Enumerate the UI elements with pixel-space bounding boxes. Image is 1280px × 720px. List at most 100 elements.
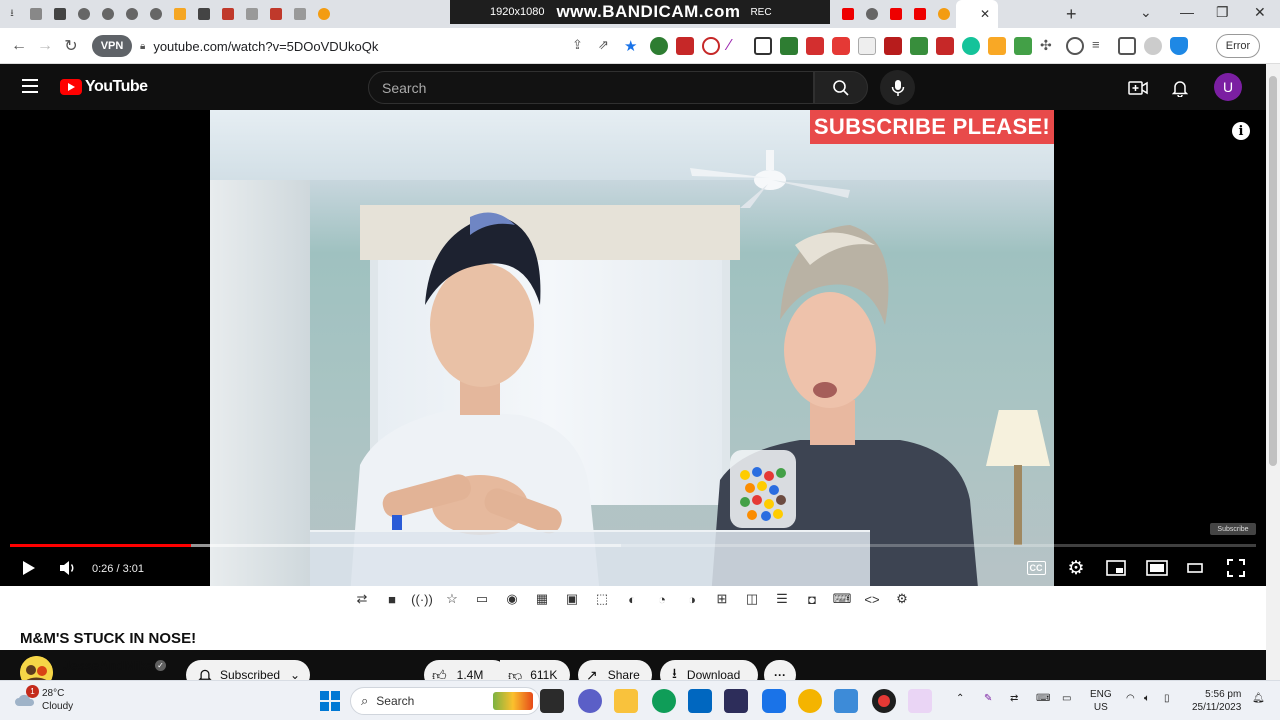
install-icon[interactable]: ⇪ [572, 37, 590, 55]
tab-17[interactable] [908, 0, 932, 28]
extension-icon[interactable] [884, 37, 902, 55]
battery-icon[interactable]: ▯ [1164, 693, 1170, 704]
tab-6[interactable] [144, 0, 168, 28]
mute-button[interactable] [58, 558, 78, 578]
menu-icon[interactable] [22, 79, 38, 93]
wifi-icon[interactable]: ◠ [1126, 693, 1135, 704]
scrollbar-thumb[interactable] [1269, 76, 1277, 466]
shield-icon[interactable] [1170, 37, 1188, 55]
tab-9[interactable] [216, 0, 240, 28]
bookmark-star-icon[interactable]: ★ [624, 37, 642, 55]
maximize-button[interactable]: ❐ [1216, 4, 1229, 21]
new-tab-button[interactable]: + [1066, 4, 1077, 25]
tab-5[interactable] [120, 0, 144, 28]
page-scrollbar[interactable] [1266, 64, 1280, 684]
show-hidden-icons-chevron-icon[interactable]: ⌃ [956, 693, 964, 704]
extension-icon[interactable] [650, 37, 668, 55]
side-panel-icon[interactable] [1118, 37, 1136, 55]
subscribe-watermark[interactable]: Subscribe [1210, 523, 1256, 535]
weather-widget[interactable]: 1 28°C Cloudy [14, 685, 73, 713]
pen-icon[interactable]: ✎ [984, 693, 992, 704]
youtube-logo[interactable]: YouTube [60, 78, 148, 96]
reading-list-icon[interactable]: ≡ [1092, 37, 1110, 55]
voice-search-button[interactable] [880, 70, 915, 105]
tab-18[interactable] [932, 0, 956, 28]
forward-button[interactable]: → [32, 37, 58, 55]
extension-icon[interactable] [936, 37, 954, 55]
tab-8[interactable] [192, 0, 216, 28]
microsoft-store-icon[interactable] [688, 689, 712, 713]
video-frame[interactable] [210, 110, 1054, 586]
tab-1[interactable] [24, 0, 48, 28]
url-text[interactable]: youtube.com/watch?v=5DOoVDUkoQk [153, 39, 378, 54]
search-button[interactable] [814, 71, 868, 104]
create-button[interactable] [1128, 78, 1148, 98]
tab-search-chevron-icon[interactable]: ⌄ [1140, 4, 1152, 21]
fullscreen-button[interactable] [1226, 558, 1246, 578]
close-icon[interactable]: ✕ [980, 7, 990, 21]
error-button[interactable]: Error [1216, 34, 1260, 58]
extension-icon[interactable] [1066, 37, 1084, 55]
minimize-button[interactable]: — [1180, 4, 1194, 20]
teams-chat-icon[interactable] [578, 689, 602, 713]
extension-icon[interactable] [910, 37, 928, 55]
system-clock[interactable]: 5:56 pm 25/11/2023 [1192, 688, 1241, 714]
keyboard-icon[interactable]: ⌨ [1036, 693, 1050, 704]
display-icon[interactable]: ▭ [1062, 693, 1071, 704]
extension-icon[interactable] [832, 37, 850, 55]
app-icon[interactable] [762, 689, 786, 713]
chrome-browser-icon[interactable] [798, 689, 822, 713]
video-player[interactable]: SUBSCRIBE PLEASE! i Subscribe 0:26 / 3:0… [0, 110, 1266, 586]
info-icon[interactable]: i [1232, 122, 1250, 140]
extension-icon[interactable] [858, 37, 876, 55]
extension-icon[interactable] [702, 37, 720, 55]
tab-12[interactable] [288, 0, 312, 28]
vpn-badge[interactable]: VPN [92, 34, 132, 57]
profile-icon[interactable] [1144, 37, 1162, 55]
extension-icon[interactable] [780, 37, 798, 55]
tab-download[interactable]: ⭳ [0, 0, 24, 28]
user-avatar[interactable]: U [1214, 73, 1242, 101]
puzzle-icon[interactable]: ✣ [1040, 37, 1058, 55]
bandicam-record-icon[interactable] [872, 689, 896, 713]
edge-browser-icon[interactable] [652, 689, 676, 713]
tab-3[interactable] [72, 0, 96, 28]
taskbar-search[interactable]: ⌕ Search [350, 687, 540, 715]
task-view-icon[interactable] [540, 689, 564, 713]
play-button[interactable] [20, 558, 38, 578]
captions-button[interactable]: CC [1026, 558, 1046, 578]
extension-icon[interactable]: ⁄ [728, 37, 746, 55]
tray-app-icon[interactable]: ⇄ [1010, 693, 1018, 704]
tab-16[interactable] [884, 0, 908, 28]
extension-icon[interactable] [754, 37, 772, 55]
settings-button[interactable]: ⚙ [1066, 558, 1086, 579]
notepad-icon[interactable] [834, 689, 858, 713]
extension-icon[interactable] [988, 37, 1006, 55]
tab-11[interactable] [264, 0, 288, 28]
extension-icon[interactable] [1014, 37, 1032, 55]
language-indicator[interactable]: ENG US [1090, 688, 1112, 714]
cast-button[interactable] [1186, 558, 1204, 578]
tab-2[interactable] [48, 0, 72, 28]
close-window-button[interactable]: ✕ [1254, 4, 1266, 21]
search-input[interactable]: Search [368, 71, 814, 104]
tab-7[interactable] [168, 0, 192, 28]
extension-icon[interactable] [962, 37, 980, 55]
paint-icon[interactable] [908, 689, 932, 713]
progress-bar[interactable] [10, 544, 1256, 547]
tab-4[interactable] [96, 0, 120, 28]
file-explorer-icon[interactable] [614, 689, 638, 713]
back-button[interactable]: ← [6, 37, 32, 55]
extension-icon[interactable] [806, 37, 824, 55]
share-icon[interactable]: ⇗ [598, 37, 616, 55]
tab-active-youtube[interactable]: ✕ [956, 0, 998, 28]
tab-14[interactable] [836, 0, 860, 28]
windows-start-button[interactable] [318, 689, 342, 713]
extension-icon[interactable] [676, 37, 694, 55]
lock-icon[interactable]: 🔒︎ [140, 41, 145, 52]
notifications-button[interactable] [1170, 78, 1190, 98]
speaker-icon[interactable]: 🔈︎ [1144, 693, 1150, 704]
tab-10[interactable] [240, 0, 264, 28]
reload-button[interactable]: ↻ [58, 36, 84, 56]
miniplayer-button[interactable] [1106, 558, 1126, 578]
